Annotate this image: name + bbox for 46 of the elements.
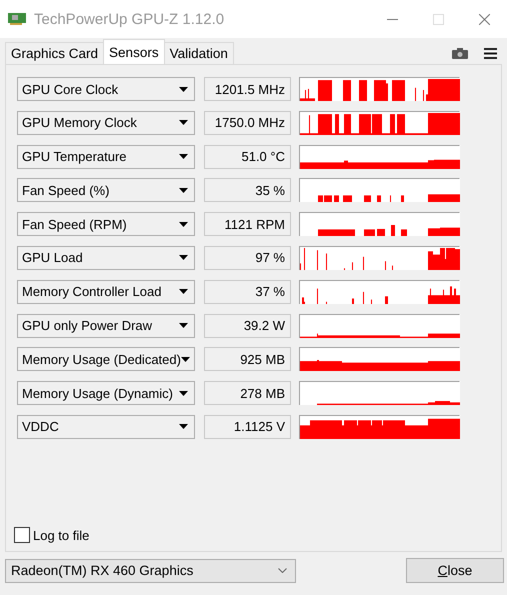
caret-icon xyxy=(179,154,188,160)
sensor-value: 1201.5 MHz xyxy=(204,77,291,101)
sensor-value: 925 MB xyxy=(204,347,291,372)
caret-icon xyxy=(179,323,188,328)
sensor-dropdown[interactable]: Memory Usage (Dedicated) xyxy=(17,347,195,372)
window-title: TechPowerUp GPU-Z 1.12.0 xyxy=(34,10,226,28)
sensor-dropdown[interactable]: Memory Usage (Dynamic) xyxy=(17,381,195,406)
tab[interactable]: Sensors xyxy=(103,39,165,64)
sensor-dropdown[interactable]: GPU Temperature xyxy=(17,144,195,169)
sensor-dropdown[interactable]: VDDC xyxy=(17,414,195,439)
graphics-card-icon xyxy=(8,12,26,26)
checkbox[interactable] xyxy=(14,527,30,543)
camera-icon[interactable] xyxy=(452,48,468,58)
sensor-value: 51.0 °C xyxy=(204,144,291,169)
caret-icon xyxy=(179,424,188,430)
sensor-value: 1.1125 V xyxy=(204,414,291,439)
caret-icon xyxy=(179,390,188,396)
sensor-value: 97 % xyxy=(204,246,291,270)
sensor-value: 1750.0 MHz xyxy=(204,110,291,135)
sensor-dropdown[interactable]: GPU Core Clock xyxy=(17,77,195,101)
sensor-value: 278 MB xyxy=(204,381,291,406)
tab[interactable]: Graphics Card xyxy=(5,42,104,64)
caret-icon xyxy=(180,356,190,362)
sensor-dropdown[interactable]: GPU Load xyxy=(17,246,195,270)
sensor-dropdown[interactable]: GPU only Power Draw xyxy=(17,314,195,338)
gpu-dropdown[interactable]: Radeon(TM) RX 460 Graphics xyxy=(5,558,296,582)
menu-icon[interactable] xyxy=(484,48,497,58)
caret-icon xyxy=(179,86,188,92)
caret-icon xyxy=(179,255,188,260)
sensor-dropdown[interactable]: Memory Controller Load xyxy=(17,280,195,304)
sensor-value: 37 % xyxy=(204,280,291,304)
sensor-dropdown[interactable]: Fan Speed (RPM) xyxy=(17,212,195,236)
caret-icon xyxy=(179,222,188,227)
sensor-dropdown[interactable]: Fan Speed (%) xyxy=(17,178,195,202)
caret-icon xyxy=(179,120,188,126)
sensor-dropdown[interactable]: GPU Memory Clock xyxy=(17,110,195,135)
close-button[interactable]: Close xyxy=(406,558,504,583)
caret-icon xyxy=(179,289,188,294)
close-icon[interactable] xyxy=(478,14,490,24)
chevron-icon xyxy=(278,568,287,573)
tab[interactable]: Validation xyxy=(164,42,234,64)
caret-icon xyxy=(179,188,188,193)
sensor-value: 35 % xyxy=(204,178,291,202)
sensor-value: 39.2 W xyxy=(204,314,291,338)
checkbox-label: Log to file xyxy=(33,528,90,542)
sensor-value: 1121 RPM xyxy=(204,212,291,236)
